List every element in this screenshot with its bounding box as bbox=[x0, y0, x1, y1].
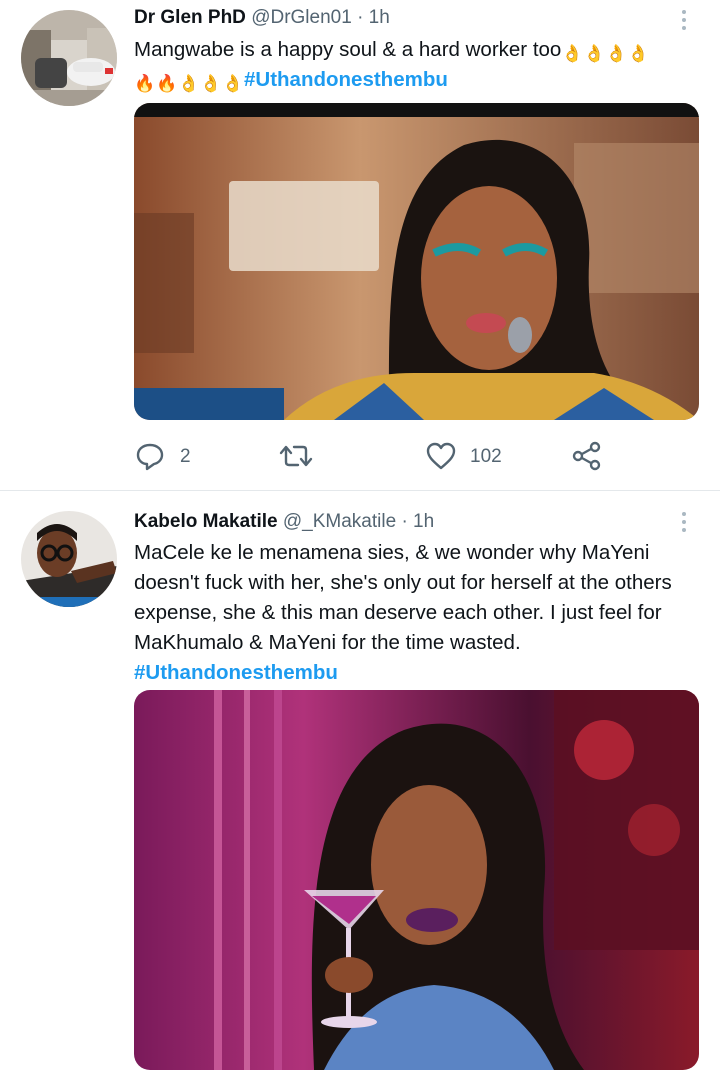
timestamp[interactable]: · 1h bbox=[401, 511, 434, 532]
like-icon bbox=[426, 442, 456, 470]
reply-count: 2 bbox=[180, 446, 191, 467]
tweet-actions: 2 102 bbox=[134, 440, 699, 472]
hashtag-link[interactable]: #Uthandonesthembu bbox=[244, 68, 448, 91]
tweet-1[interactable]: Dr Glen PhD @DrGlen01 · 1h Mangwabe is a… bbox=[0, 0, 720, 490]
tweet-header: Kabelo Makatile @_KMakatile · 1h bbox=[134, 511, 434, 533]
hashtag-link[interactable]: #Uthandonesthembu bbox=[134, 661, 338, 684]
fire-emoji: 🔥 bbox=[134, 74, 156, 93]
tweet-header: Dr Glen PhD @DrGlen01 · 1h bbox=[134, 7, 390, 29]
fire-emoji: 🔥 bbox=[156, 74, 178, 93]
tweet-text: Mangwabe is a happy soul & a hard worker… bbox=[134, 35, 704, 95]
like-button[interactable]: 102 bbox=[424, 440, 544, 472]
ok-hand-emoji: 👌 bbox=[583, 44, 605, 63]
more-icon[interactable] bbox=[672, 8, 696, 38]
reply-icon bbox=[136, 443, 164, 471]
tweet-text-line: Mangwabe is a happy soul & a hard worker… bbox=[134, 38, 562, 61]
display-name[interactable]: Kabelo Makatile bbox=[134, 511, 278, 532]
ok-hand-emoji: 👌 bbox=[605, 44, 627, 63]
display-name[interactable]: Dr Glen PhD bbox=[134, 7, 246, 28]
user-handle[interactable]: @DrGlen01 bbox=[251, 7, 352, 28]
user-handle[interactable]: @_KMakatile bbox=[283, 511, 396, 532]
tweet-2[interactable]: Kabelo Makatile @_KMakatile · 1h MaCele … bbox=[0, 491, 720, 1070]
reply-button[interactable]: 2 bbox=[134, 440, 214, 472]
share-button[interactable] bbox=[570, 440, 604, 472]
share-icon bbox=[572, 441, 601, 471]
retweet-icon bbox=[279, 445, 313, 467]
tweet-media-image[interactable] bbox=[134, 690, 699, 1070]
tweet-text: MaCele ke le menamena sies, & we wonder … bbox=[134, 538, 686, 688]
ok-hand-emoji: 👌 bbox=[222, 74, 244, 93]
ok-hand-emoji: 👌 bbox=[627, 44, 649, 63]
like-count: 102 bbox=[470, 446, 502, 467]
tweet-media-image[interactable] bbox=[134, 103, 699, 420]
tweet-body: MaCele ke le menamena sies, & we wonder … bbox=[134, 541, 672, 654]
timestamp[interactable]: · 1h bbox=[357, 7, 390, 28]
ok-hand-emoji: 👌 bbox=[200, 74, 222, 93]
ok-hand-emoji: 👌 bbox=[561, 44, 583, 63]
ok-hand-emoji: 👌 bbox=[178, 74, 200, 93]
avatar[interactable] bbox=[21, 511, 117, 607]
retweet-button[interactable] bbox=[278, 440, 318, 472]
more-icon[interactable] bbox=[672, 510, 696, 540]
avatar[interactable] bbox=[21, 10, 117, 106]
